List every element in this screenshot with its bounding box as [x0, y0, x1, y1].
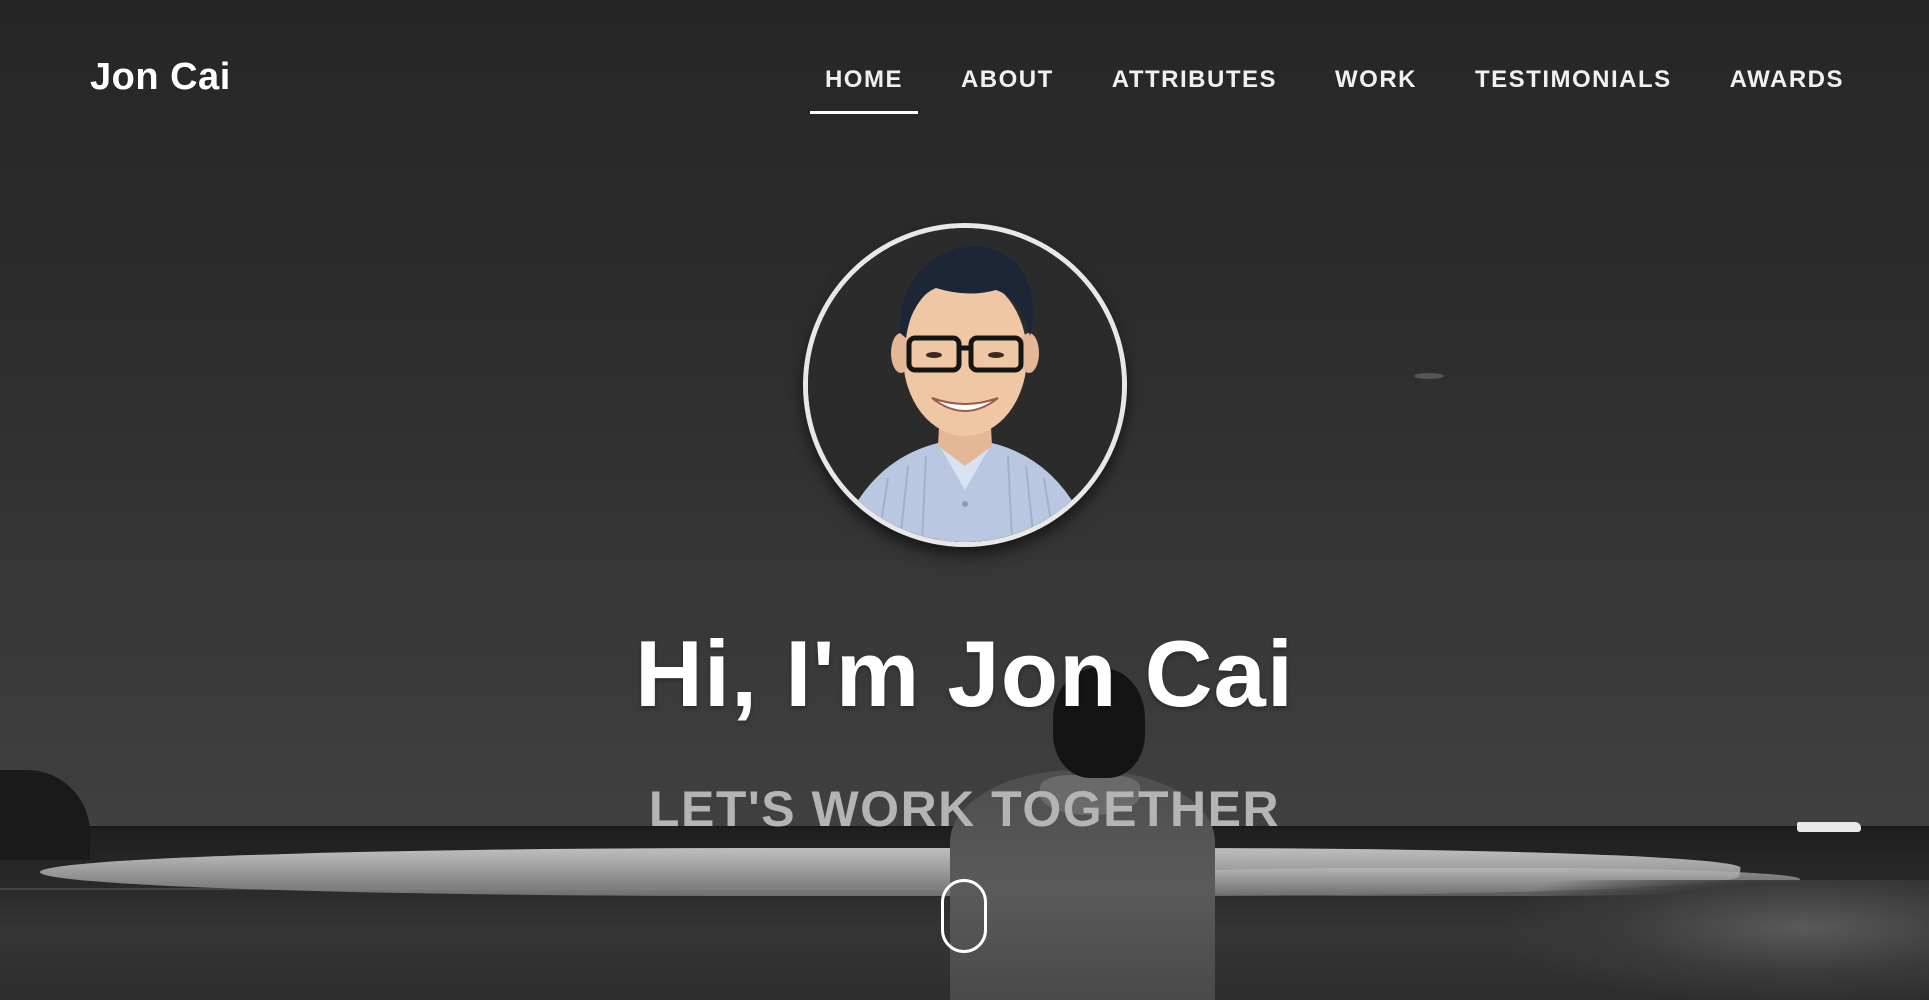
nav-item-about[interactable]: ABOUT	[932, 62, 1083, 98]
portrait-photo	[808, 228, 1122, 542]
avatar	[803, 223, 1127, 547]
nav-item-testimonials[interactable]: TESTIMONIALS	[1446, 62, 1701, 98]
hero-section: Jon Cai HOME ABOUT ATTRIBUTES WORK TESTI…	[0, 0, 1929, 1000]
bird	[1414, 373, 1444, 379]
mouse-scroll-icon[interactable]	[941, 879, 987, 953]
rocks	[1509, 880, 1929, 1000]
nav-item-attributes[interactable]: ATTRIBUTES	[1083, 62, 1306, 98]
main-nav: HOME ABOUT ATTRIBUTES WORK TESTIMONIALS …	[796, 62, 1844, 114]
hero-headline: Hi, I'm Jon Cai	[635, 621, 1294, 726]
portrait-illustration	[808, 228, 1122, 542]
hero-subheadline: LET'S WORK TOGETHER	[648, 781, 1281, 837]
nav-item-awards[interactable]: AWARDS	[1701, 62, 1844, 98]
nav-item-work[interactable]: WORK	[1306, 62, 1446, 98]
nav-item-home[interactable]: HOME	[796, 62, 932, 114]
site-brand[interactable]: Jon Cai	[90, 56, 231, 99]
